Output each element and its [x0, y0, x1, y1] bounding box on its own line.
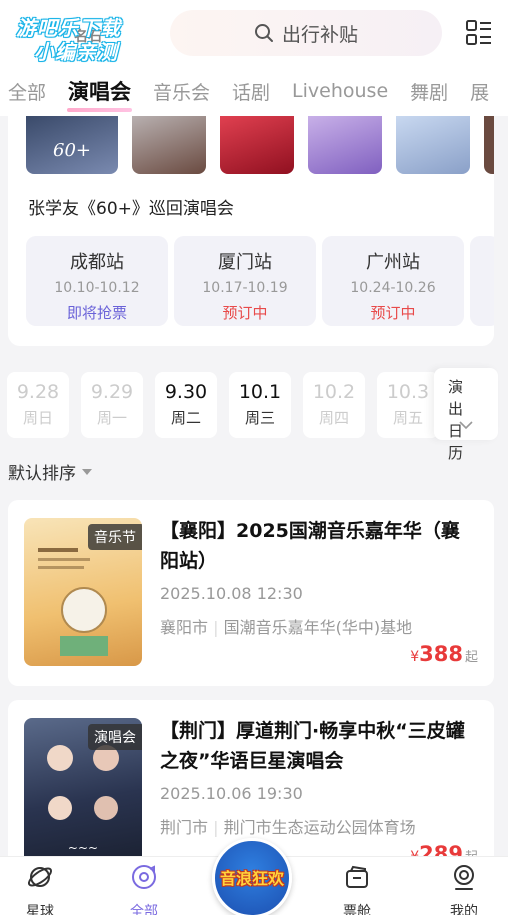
nav-label: 票舱 — [343, 904, 371, 915]
station-status: 预订中 — [222, 304, 268, 322]
date-chip[interactable]: 10.1 周三 — [229, 372, 291, 438]
date-day: 10.3 — [386, 381, 430, 403]
event-title: 【荆门】厚道荆门·畅享中秋“三皮罐之夜”华语巨星演唱会 — [160, 720, 465, 772]
search-placeholder: 出行补贴 — [281, 23, 358, 46]
date-chip[interactable]: 9.29 周一 — [81, 372, 143, 438]
caret-down-icon — [82, 468, 92, 475]
station-card[interactable]: 广州站 10.24-10.26 预订中 — [322, 236, 464, 326]
show-calendar-button[interactable]: 演出日历 — [434, 368, 498, 462]
event-city: 荆门市 — [160, 818, 209, 837]
nav-profile[interactable]: 我的 — [424, 863, 504, 915]
date-weekday: 周三 — [244, 409, 275, 427]
date-chip[interactable]: 9.30 周二 — [155, 372, 217, 438]
date-day: 9.30 — [164, 381, 208, 403]
date-weekday: 周五 — [392, 409, 423, 427]
poster-image[interactable] — [132, 116, 206, 174]
top-header: 名石 游吧乐下载 小编亲测 出行补贴 — [0, 0, 508, 66]
category-badge: 音乐节 — [88, 524, 142, 550]
station-name: 成都站 — [70, 252, 124, 273]
price-suffix: 起 — [464, 650, 478, 665]
chevron-down-icon — [459, 421, 473, 430]
station-card[interactable]: 厦门站 10.17-10.19 预订中 — [174, 236, 316, 326]
sort-dropdown[interactable]: 默认排序 — [8, 459, 92, 484]
poster-strip: 60+ — [8, 116, 494, 174]
station-card-partial[interactable] — [470, 236, 494, 326]
event-venue: 国潮音乐嘉年华(华中)基地 — [223, 618, 413, 637]
poster-image[interactable] — [308, 116, 382, 174]
date-chip[interactable]: 10.2 周四 — [303, 372, 365, 438]
station-date: 10.17-10.19 — [202, 280, 288, 296]
search-icon — [254, 24, 273, 42]
concert-tour-card[interactable]: 60+ 张学友《60+》巡回演唱会 成都站 10.10-10.12 即将抢票 厦… — [8, 116, 494, 346]
date-day: 9.29 — [90, 381, 134, 403]
station-name: 厦门站 — [218, 252, 272, 273]
date-weekday: 周日 — [22, 409, 53, 427]
nav-all[interactable]: 全部 — [104, 863, 184, 915]
date-weekday: 周一 — [96, 409, 127, 427]
event-poster: ~~~ 演唱会 — [24, 718, 142, 866]
promo-center-button[interactable]: 音浪狂欢 — [212, 838, 292, 915]
event-location: 荆门市 | 荆门市生态运动公园体育场 — [160, 818, 416, 837]
event-card[interactable]: 音乐节 【襄阳】2025国潮音乐嘉年华（襄阳站） 2025.10.08 12:3… — [8, 500, 494, 686]
event-time: 2025.10.06 19:30 — [160, 784, 303, 803]
svg-text:60+: 60+ — [53, 140, 91, 161]
station-status: 预订中 — [370, 304, 416, 322]
tab-drama[interactable]: 话剧 — [221, 78, 281, 105]
poster-jacky-cheung-icon: 60+ — [53, 140, 91, 161]
date-weekday: 周二 — [170, 409, 201, 427]
category-tabs: 全部 演唱会 音乐会 话剧 Livehouse 舞剧 展 — [0, 66, 508, 116]
promo-label: 音浪狂欢 — [219, 869, 284, 888]
date-chip[interactable]: 9.28 周日 — [7, 372, 69, 438]
event-venue: 荆门市生态运动公园体育场 — [223, 818, 416, 837]
event-poster: 音乐节 — [24, 518, 142, 666]
station-name: 广州站 — [366, 252, 420, 273]
nav-ticket[interactable]: 票舱 — [317, 863, 397, 915]
station-card[interactable]: 成都站 10.10-10.12 即将抢票 — [26, 236, 168, 326]
planet-icon — [27, 867, 53, 887]
tab-exhibition[interactable]: 展 — [459, 78, 500, 105]
sort-label: 默认排序 — [8, 464, 76, 484]
ticket-icon — [346, 865, 368, 888]
event-location: 襄阳市 | 国潮音乐嘉年华(华中)基地 — [160, 618, 413, 637]
svg-text:~~~: ~~~ — [68, 841, 98, 855]
date-weekday: 周四 — [318, 409, 349, 427]
nav-label: 我的 — [450, 904, 478, 915]
nav-label: 星球 — [26, 904, 54, 915]
event-price: ¥388 起 — [410, 642, 478, 666]
all-icon — [132, 865, 156, 889]
nav-label: 全部 — [130, 904, 158, 915]
poster-image[interactable]: 60+ — [26, 116, 118, 174]
poster-image[interactable] — [396, 116, 470, 174]
tab-all[interactable]: 全部 — [0, 78, 57, 105]
watermark-logo: 名石 游吧乐下载 小编亲测 — [14, 10, 154, 64]
station-date: 10.10-10.12 — [54, 280, 140, 296]
tab-concert[interactable]: 演唱会 — [57, 76, 142, 112]
price-currency: ¥ — [410, 649, 420, 665]
event-time: 2025.10.08 12:30 — [160, 584, 303, 603]
price-value: 388 — [419, 642, 463, 666]
category-badge: 演唱会 — [88, 724, 142, 750]
date-day: 9.28 — [16, 381, 60, 403]
poster-image[interactable] — [484, 116, 494, 174]
tab-livehouse[interactable]: Livehouse — [281, 80, 399, 102]
date-day: 10.1 — [238, 381, 282, 403]
category-menu-icon[interactable] — [466, 20, 492, 46]
station-date: 10.24-10.26 — [350, 280, 436, 296]
concert-title: 张学友《60+》巡回演唱会 — [28, 199, 234, 219]
station-status: 即将抢票 — [66, 304, 127, 322]
tab-music-concert[interactable]: 音乐会 — [142, 78, 221, 105]
date-chip[interactable]: 10.3 周五 — [377, 372, 439, 438]
nav-planet[interactable]: 星球 — [0, 863, 80, 915]
tab-dance-drama[interactable]: 舞剧 — [399, 78, 459, 105]
watermark-line-2: 小编亲测 — [34, 40, 118, 64]
poster-image[interactable] — [220, 116, 294, 174]
date-day: 10.2 — [312, 381, 356, 403]
profile-icon — [454, 865, 474, 890]
event-city: 襄阳市 — [160, 618, 209, 637]
date-strip: 9.28 周日 9.29 周一 9.30 周二 10.1 周三 10.2 周四 … — [0, 368, 508, 462]
search-bar[interactable]: 出行补贴 — [170, 10, 442, 56]
event-title: 【襄阳】2025国潮音乐嘉年华（襄阳站） — [160, 520, 460, 572]
